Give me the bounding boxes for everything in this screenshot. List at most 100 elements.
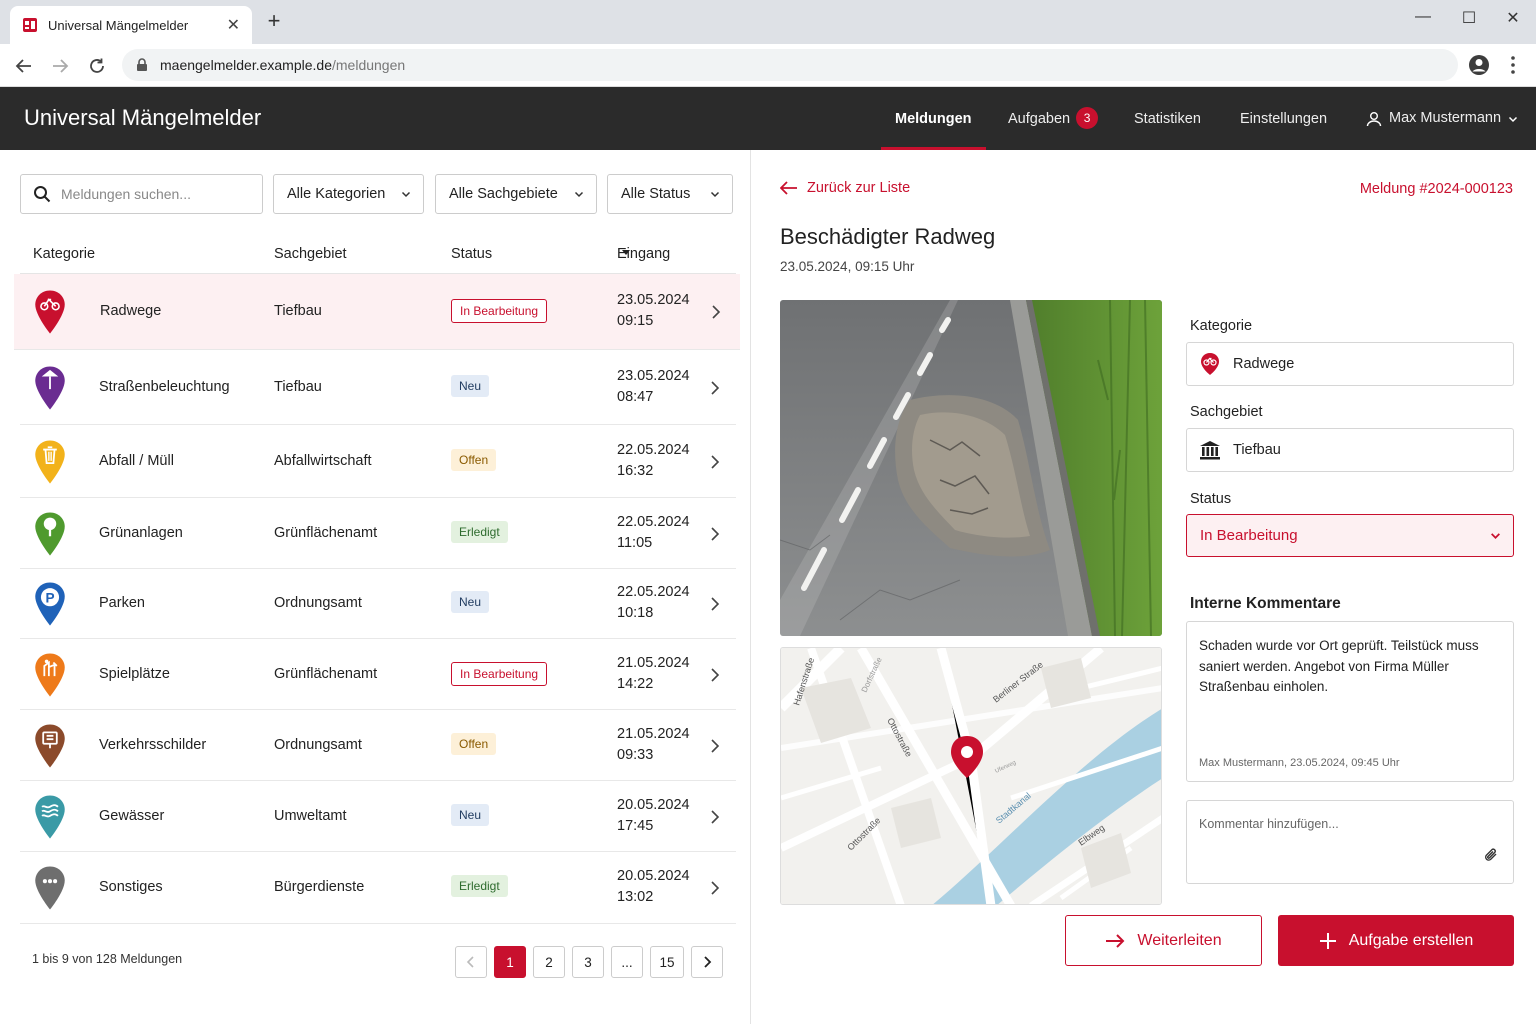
- pagination-page-3[interactable]: 3: [572, 946, 604, 978]
- chevron-down-icon: [574, 189, 584, 199]
- filter-kategorie[interactable]: Alle Kategorien: [273, 174, 424, 214]
- url-bar[interactable]: maengelmelder.example.de/meldungen: [122, 49, 1458, 81]
- status-select[interactable]: In Bearbeitung: [1186, 514, 1514, 557]
- row-time: 17:45: [617, 817, 654, 834]
- row-sachgebiet: Bürgerdienste: [274, 879, 365, 895]
- filter-kategorie-label: Alle Kategorien: [287, 186, 386, 202]
- pagination-page-2[interactable]: 2: [533, 946, 565, 978]
- chevron-left-icon: [466, 956, 474, 968]
- maximize-icon[interactable]: ☐: [1454, 8, 1484, 28]
- report-photo[interactable]: [780, 300, 1162, 636]
- close-window-icon[interactable]: ✕: [1498, 8, 1528, 28]
- column-sachgebiet[interactable]: Sachgebiet: [274, 246, 347, 262]
- chevron-down-icon: [1490, 530, 1501, 541]
- chevron-right-icon: [710, 809, 720, 830]
- plus-icon: [1319, 932, 1336, 949]
- table-header: Kategorie Sachgebiet Status Eingang: [20, 246, 736, 274]
- table-row[interactable]: Gewässer Umweltamt Neu 20.05.2024 17:45: [20, 781, 736, 852]
- row-time: 09:33: [617, 746, 654, 763]
- pagination-page-1[interactable]: 1: [494, 946, 526, 978]
- chevron-down-icon: [1508, 114, 1518, 124]
- nav-statistiken[interactable]: Statistiken: [1134, 87, 1201, 150]
- field-sachgebiet-label: Sachgebiet: [1190, 404, 1263, 420]
- table-row[interactable]: Abfall / Müll Abfallwirtschaft Offen 22.05.…: [20, 425, 736, 498]
- add-comment-input[interactable]: [1199, 817, 1469, 867]
- table-row[interactable]: Grünanlagen Grünflächenamt Erledigt 22.05.2…: [20, 498, 736, 569]
- table-row[interactable]: Verkehrsschilder Ordnungsamt Offen 21.05.20…: [20, 710, 736, 781]
- row-date: 20.05.2024: [617, 796, 690, 813]
- search-box[interactable]: [20, 174, 263, 214]
- row-kategorie: Straßenbeleuchtung: [99, 378, 230, 395]
- nav-einstellungen[interactable]: Einstellungen: [1240, 87, 1327, 150]
- add-comment-box[interactable]: [1186, 800, 1514, 884]
- table-row[interactable]: Sonstiges Bürgerdienste Erledigt 20.05.2024…: [20, 852, 736, 924]
- table-row[interactable]: P Parken Ordnungsamt Neu 22.05.2024 10:18: [20, 569, 736, 639]
- reload-icon[interactable]: [85, 54, 109, 78]
- row-date: 20.05.2024: [617, 868, 690, 884]
- minimize-icon[interactable]: —: [1408, 8, 1438, 26]
- close-tab-icon[interactable]: ✕: [227, 15, 240, 35]
- field-status-label: Status: [1190, 491, 1232, 507]
- pagination-prev-button[interactable]: [455, 946, 487, 978]
- table-row[interactable]: Spielplätze Grünflächenamt In Bearbeitung 2…: [20, 639, 736, 710]
- field-sachgebiet-value: Tiefbau: [1233, 442, 1281, 458]
- create-task-button[interactable]: Aufgabe erstellen: [1278, 915, 1514, 966]
- row-eingang: 22.05.2024 10:18: [617, 582, 690, 624]
- search-input[interactable]: [61, 186, 251, 202]
- row-kategorie: Radwege: [100, 303, 162, 319]
- row-kategorie: Gewässer: [99, 807, 165, 824]
- row-date: 22.05.2024: [617, 584, 690, 600]
- comment-text: Schaden wurde vor Ort geprüft. Teilstück…: [1199, 638, 1479, 694]
- filter-status[interactable]: Alle Status: [607, 174, 733, 214]
- paperclip-icon[interactable]: [1483, 846, 1499, 869]
- column-eingang[interactable]: Eingang: [617, 246, 670, 262]
- comment-card: Schaden wurde vor Ort geprüft. Teilstück…: [1186, 621, 1514, 782]
- row-status-badge: Erledigt: [451, 875, 508, 897]
- field-kategorie-value: Radwege: [1233, 356, 1295, 372]
- browser-toolbar: maengelmelder.example.de/meldungen: [0, 44, 1536, 87]
- status-badge: Erledigt: [451, 875, 508, 897]
- row-date: 22.05.2024: [617, 441, 690, 458]
- status-badge: Offen: [451, 448, 497, 471]
- url-path: /meldungen: [332, 57, 406, 73]
- table-row[interactable]: Straßenbeleuchtung Tiefbau Neu 23.05.2024 08…: [20, 350, 736, 425]
- comments-title: Interne Kommentare: [1190, 595, 1341, 612]
- row-date: 23.05.2024: [617, 367, 690, 384]
- search-icon: [33, 185, 51, 203]
- profile-avatar-icon[interactable]: [1468, 54, 1490, 81]
- kebab-menu-icon[interactable]: [1504, 54, 1522, 81]
- row-kategorie: Abfall / Müll: [99, 452, 174, 469]
- back-arrow-icon[interactable]: [12, 54, 36, 78]
- forward-arrow-icon[interactable]: [48, 54, 72, 78]
- table-row[interactable]: Radwege Tiefbau In Bearbeitung 23.05.2024 09…: [14, 274, 740, 350]
- back-to-list-link[interactable]: Zurück zur Liste: [780, 180, 910, 196]
- filter-sachgebiet[interactable]: Alle Sachgebiete: [435, 174, 597, 214]
- chevron-right-icon: [710, 596, 720, 617]
- row-sachgebiet: Abfallwirtschaft: [274, 452, 372, 469]
- app-header: Universal Mängelmelder Meldungen Aufgabe…: [0, 87, 1536, 150]
- user-menu[interactable]: Max Mustermann: [1366, 87, 1518, 150]
- browser-tab[interactable]: Universal Mängelmelder ✕: [10, 6, 252, 44]
- report-location-map[interactable]: Hafenstraße Dorfstraße Ottostraße Berlin…: [780, 647, 1162, 905]
- new-tab-icon[interactable]: +: [262, 10, 286, 34]
- row-kategorie: Verkehrsschilder: [99, 736, 207, 753]
- report-id: Meldung #2024-000123: [1359, 181, 1513, 197]
- row-date: 22.05.2024: [617, 513, 690, 530]
- chevron-right-icon: [710, 880, 720, 901]
- streetlight-pin-icon: [33, 365, 67, 416]
- nav-meldungen[interactable]: Meldungen: [881, 87, 985, 150]
- status-select-value: In Bearbeitung: [1200, 527, 1298, 544]
- pagination-next-button[interactable]: [691, 946, 723, 978]
- row-kategorie: Spielplätze: [99, 665, 170, 682]
- row-time: 13:02: [617, 889, 654, 905]
- column-status[interactable]: Status: [451, 246, 492, 262]
- column-kategorie[interactable]: Kategorie: [33, 246, 95, 262]
- forward-button[interactable]: Weiterleiten: [1065, 915, 1262, 966]
- app-brand[interactable]: Universal Mängelmelder: [24, 105, 261, 131]
- pagination-page-15[interactable]: 15: [650, 946, 684, 978]
- row-eingang: 20.05.2024 17:45: [617, 795, 690, 837]
- nav-aufgaben[interactable]: Aufgaben 3: [1008, 87, 1099, 150]
- status-badge: Neu: [451, 803, 490, 826]
- row-status-badge: Neu: [451, 803, 490, 826]
- arrow-right-icon: [1106, 933, 1125, 948]
